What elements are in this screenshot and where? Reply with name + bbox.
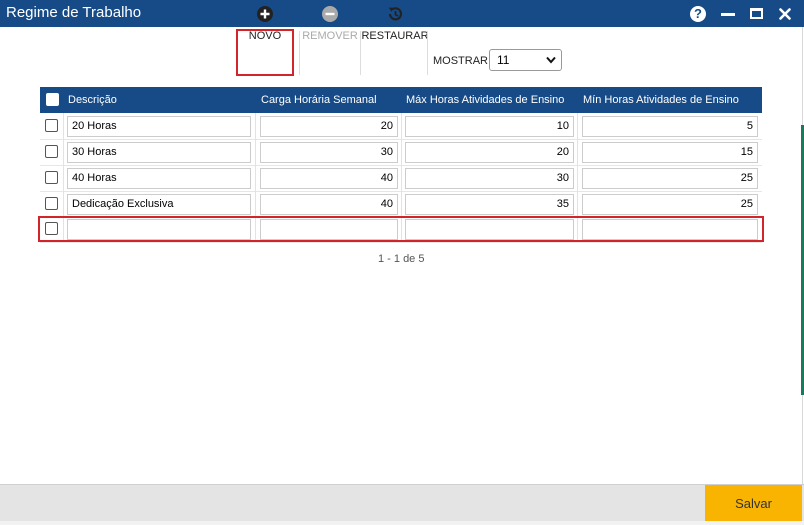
- page-size-select[interactable]: 11: [489, 49, 562, 71]
- column-header-descricao[interactable]: Descrição: [68, 94, 117, 106]
- table-row: 40 Horas 40 30 25: [40, 165, 762, 192]
- column-divider: [63, 139, 64, 165]
- carga-field[interactable]: 30: [260, 142, 398, 163]
- new-button-highlight: [236, 29, 294, 76]
- carga-field[interactable]: 40: [260, 194, 398, 215]
- max-horas-field[interactable]: 10: [405, 116, 574, 137]
- toolbar-separator: [299, 31, 300, 75]
- row-checkbox[interactable]: [45, 119, 58, 132]
- maximize-icon: [749, 8, 763, 19]
- minimize-button[interactable]: [715, 0, 741, 27]
- row-checkbox[interactable]: [45, 197, 58, 210]
- row-checkbox[interactable]: [45, 171, 58, 184]
- close-icon: [779, 7, 791, 20]
- carga-field[interactable]: 20: [260, 116, 398, 137]
- column-divider: [63, 191, 64, 217]
- max-horas-field[interactable]: 35: [405, 194, 574, 215]
- column-divider: [255, 139, 256, 165]
- min-horas-field[interactable]: 5: [582, 116, 758, 137]
- help-icon: ?: [690, 5, 706, 22]
- remove-button[interactable]: REMOVER: [302, 0, 358, 50]
- restore-button-label: RESTAURAR: [361, 30, 429, 42]
- maximize-button[interactable]: [743, 0, 769, 27]
- restore-button[interactable]: RESTAURAR: [361, 0, 429, 50]
- column-divider: [577, 139, 578, 165]
- column-divider: [63, 113, 64, 139]
- column-divider: [63, 165, 64, 191]
- window-title: Regime de Trabalho: [6, 4, 142, 21]
- footer-bar: [0, 484, 804, 522]
- column-header-carga[interactable]: Carga Horária Semanal: [261, 94, 377, 106]
- column-header-min-horas[interactable]: Mín Horas Atividades de Ensino: [583, 94, 739, 106]
- remove-button-label: REMOVER: [302, 30, 358, 42]
- min-horas-field[interactable]: 15: [582, 142, 758, 163]
- grid-header: Descrição Carga Horária Semanal Máx Hora…: [40, 87, 762, 113]
- column-divider: [255, 191, 256, 217]
- minus-circle-icon: [322, 6, 338, 22]
- table-row: 30 Horas 30 20 15: [40, 139, 762, 166]
- column-divider: [577, 113, 578, 139]
- column-divider: [401, 113, 402, 139]
- table-row: 20 Horas 20 10 5: [40, 113, 762, 140]
- page-size-value: 11: [497, 53, 510, 67]
- column-divider: [577, 191, 578, 217]
- descricao-field[interactable]: 30 Horas: [67, 142, 251, 163]
- descricao-field[interactable]: Dedicação Exclusiva: [67, 194, 251, 215]
- page-size-label: MOSTRAR:: [433, 55, 492, 67]
- table-row: Dedicação Exclusiva 40 35 25: [40, 191, 762, 218]
- pagination-info: 1 - 1 de 5: [378, 253, 425, 265]
- minimize-icon: [721, 13, 735, 16]
- column-divider: [401, 139, 402, 165]
- column-divider: [577, 165, 578, 191]
- min-horas-field[interactable]: 25: [582, 194, 758, 215]
- max-horas-field[interactable]: 30: [405, 168, 574, 189]
- help-button[interactable]: ?: [685, 0, 711, 27]
- descricao-field[interactable]: 20 Horas: [67, 116, 251, 137]
- row-checkbox[interactable]: [45, 145, 58, 158]
- min-horas-field[interactable]: 25: [582, 168, 758, 189]
- column-divider: [401, 165, 402, 191]
- close-button[interactable]: [772, 0, 798, 27]
- carga-field[interactable]: 40: [260, 168, 398, 189]
- column-divider: [255, 113, 256, 139]
- select-all-checkbox[interactable]: [46, 93, 59, 106]
- plus-circle-icon: [257, 6, 273, 22]
- column-divider: [401, 191, 402, 217]
- chevron-down-icon: [546, 56, 556, 64]
- max-horas-field[interactable]: 20: [405, 142, 574, 163]
- column-header-max-horas[interactable]: Máx Horas Atividades de Ensino: [406, 94, 564, 106]
- bottom-edge: [0, 521, 804, 525]
- save-button[interactable]: Salvar: [705, 485, 802, 521]
- toolbar-separator: [427, 31, 428, 75]
- restore-icon: [388, 7, 403, 21]
- descricao-field[interactable]: 40 Horas: [67, 168, 251, 189]
- new-row-highlight: [38, 216, 764, 242]
- column-divider: [255, 165, 256, 191]
